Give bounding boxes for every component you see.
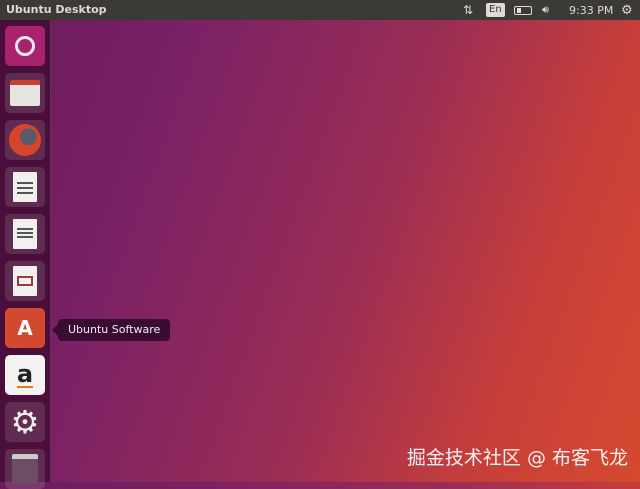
launcher-ubuntu-software[interactable]: A	[5, 308, 45, 348]
launcher-system-settings[interactable]: ⚙	[5, 402, 45, 442]
writer-icon	[13, 172, 37, 202]
impress-icon	[13, 266, 37, 296]
keyboard-indicator[interactable]: En	[486, 0, 505, 20]
clock[interactable]: 9:33 PM	[569, 0, 613, 20]
launcher-impress[interactable]	[5, 261, 45, 301]
amazon-icon: a	[16, 360, 34, 388]
network-icon[interactable]: ⇅	[463, 0, 473, 20]
software-center-icon: A	[17, 316, 33, 340]
gear-icon[interactable]: ⚙	[621, 0, 633, 20]
watermark: 掘金技术社区 @ 布客飞龙	[406, 447, 628, 469]
top-panel: Ubuntu Desktop ⇅ En 🔊︎ 9:33 PM ⚙	[0, 0, 640, 20]
launcher-amazon[interactable]: a	[5, 355, 45, 395]
launcher-calc[interactable]	[5, 214, 45, 254]
launcher-dash[interactable]	[5, 26, 45, 66]
launcher-writer[interactable]	[5, 167, 45, 207]
launcher-files[interactable]	[5, 73, 45, 113]
launcher: A a ⚙	[0, 20, 51, 489]
settings-gear-icon: ⚙	[10, 403, 40, 441]
battery-icon[interactable]	[514, 0, 532, 20]
firefox-icon	[9, 124, 41, 156]
files-icon	[10, 80, 40, 106]
trash-icon	[12, 454, 38, 484]
window-title: Ubuntu Desktop	[6, 3, 107, 16]
keyboard-layout[interactable]: En	[486, 3, 505, 17]
volume-icon[interactable]: 🔊︎	[542, 0, 549, 20]
ubuntu-logo-icon	[15, 36, 35, 56]
calc-icon	[13, 219, 37, 249]
launcher-trash[interactable]	[5, 449, 45, 489]
launcher-tooltip: Ubuntu Software	[51, 319, 171, 341]
launcher-firefox[interactable]	[5, 120, 45, 160]
